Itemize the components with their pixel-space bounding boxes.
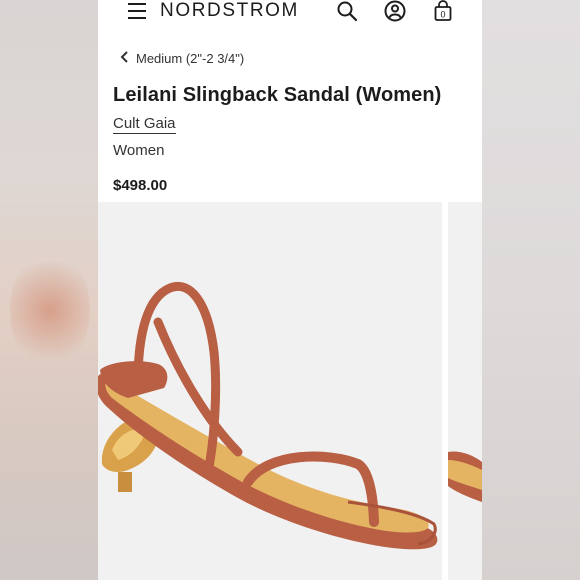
chevron-left-icon <box>120 50 130 66</box>
product-category: Women <box>113 142 165 159</box>
product-image-next-preview[interactable] <box>448 202 482 580</box>
blurred-background-right <box>482 0 580 580</box>
product-title: Leilani Slingback Sandal (Women) <box>113 84 442 106</box>
product-brand-link[interactable]: Cult Gaia <box>113 115 176 134</box>
sandal-illustration <box>98 282 438 550</box>
search-icon[interactable] <box>336 0 358 22</box>
product-image-main[interactable] <box>98 202 442 580</box>
back-breadcrumb[interactable]: Medium (2"-2 3/4") <box>120 50 244 66</box>
account-icon[interactable] <box>384 0 406 22</box>
hamburger-menu-icon[interactable] <box>128 3 146 19</box>
shopping-bag-icon[interactable]: 0 <box>432 0 454 22</box>
sandal-preview-illustration <box>448 451 482 502</box>
blurred-background-left <box>0 0 98 580</box>
breadcrumb-label: Medium (2"-2 3/4") <box>136 50 245 66</box>
top-navigation-bar: NORDSTROM 0 <box>98 0 482 26</box>
product-price: $498.00 <box>113 177 168 194</box>
phone-screen: NORDSTROM 0 Medium (2"-2 3/4") Leilani S… <box>98 0 482 580</box>
brand-logo[interactable]: NORDSTROM <box>160 0 299 22</box>
bag-count: 0 <box>440 10 445 20</box>
